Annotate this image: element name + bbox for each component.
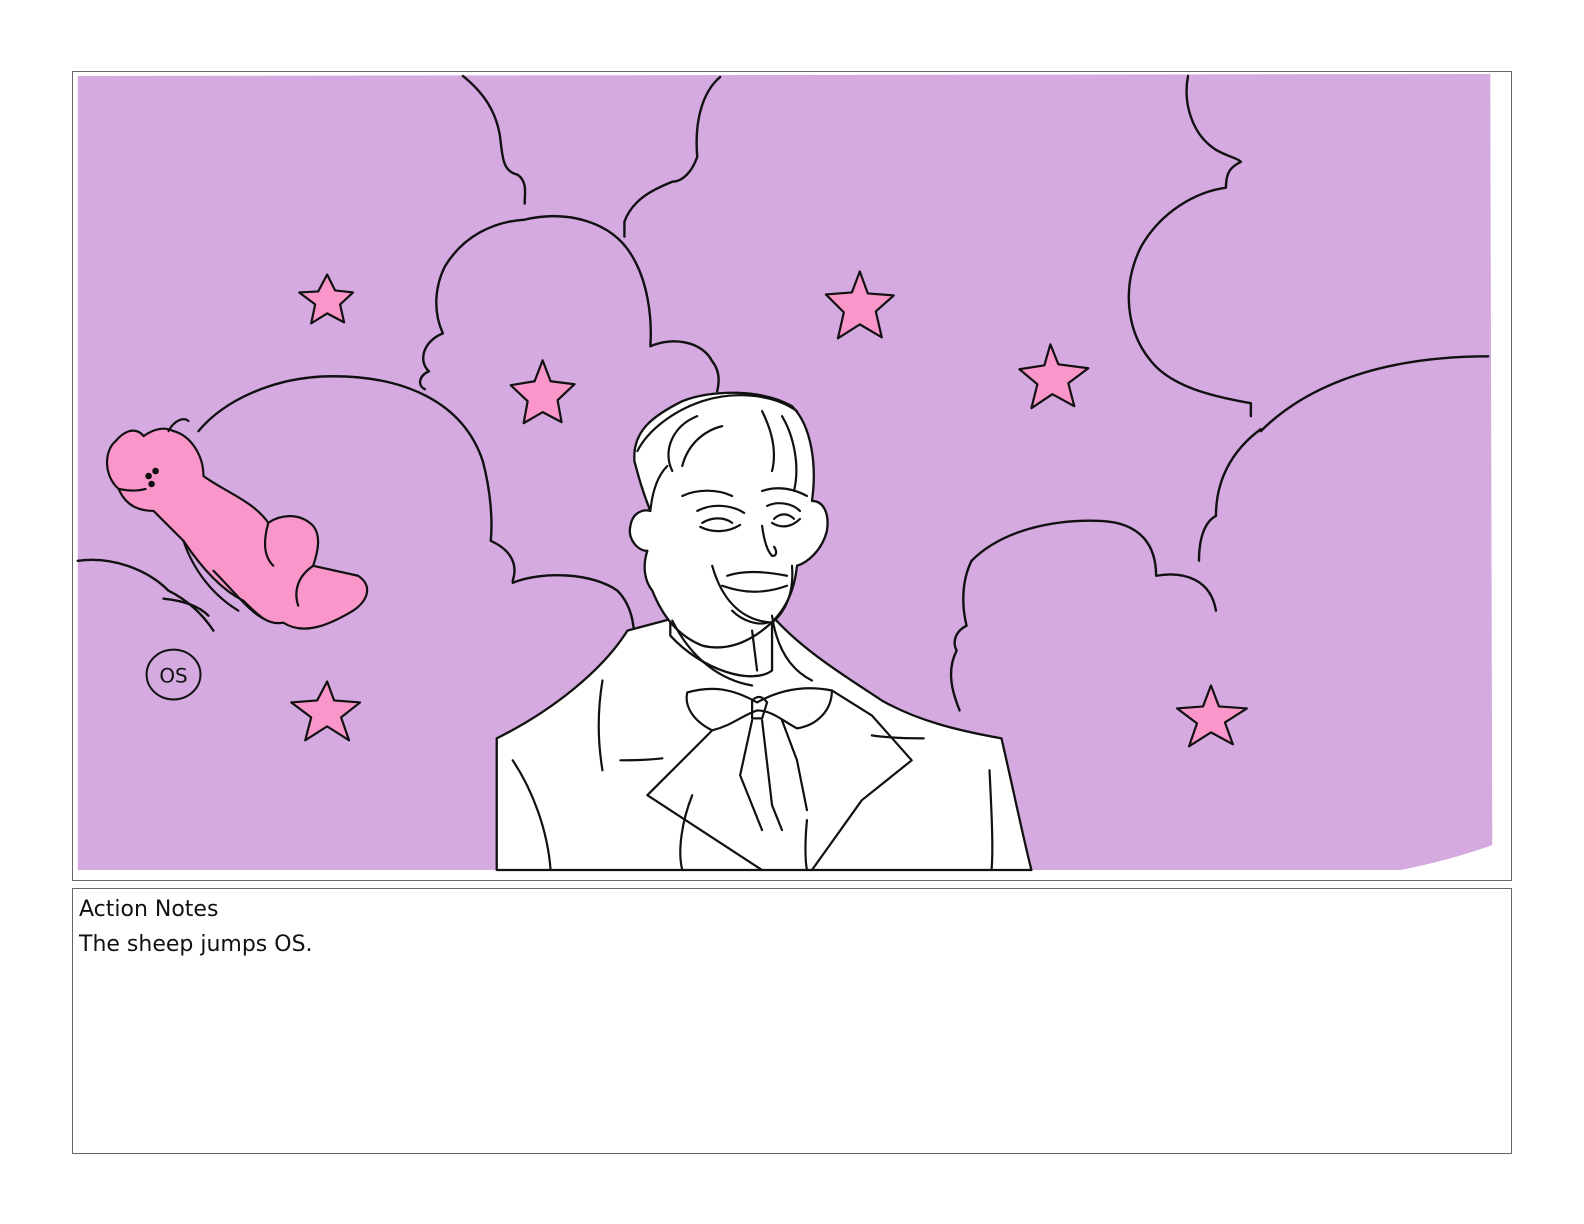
storyboard-panel: OS (72, 71, 1512, 881)
offscreen-label: OS (159, 663, 187, 687)
panel-drawing: OS (76, 73, 1493, 872)
action-notes-text: The sheep jumps OS. (79, 932, 313, 957)
action-notes-title: Action Notes (79, 897, 219, 922)
action-notes-box: Action Notes The sheep jumps OS. (72, 888, 1512, 1154)
